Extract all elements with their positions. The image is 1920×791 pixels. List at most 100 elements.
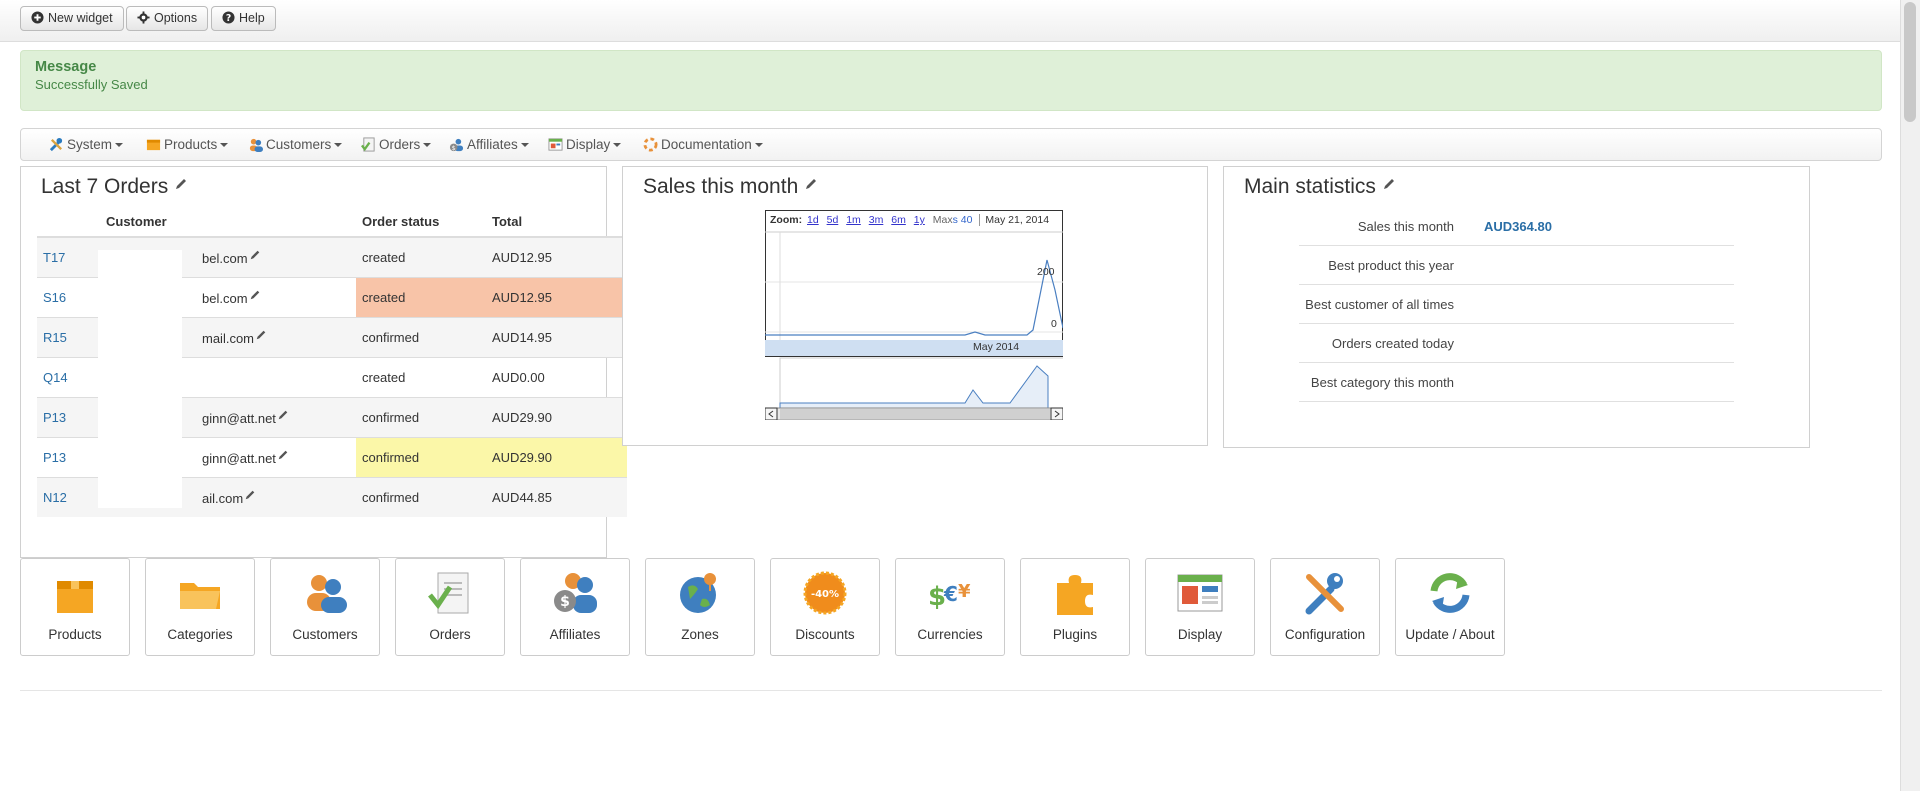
stats-row: Best product this year — [1299, 247, 1734, 285]
tile-plugins[interactable]: Plugins — [1020, 558, 1130, 656]
zoom-1d-button[interactable]: 1d — [807, 214, 819, 226]
stats-widget-title-text: Main statistics — [1244, 175, 1376, 198]
col-id-header — [37, 207, 100, 238]
nav-documentation[interactable]: Documentation — [643, 129, 763, 160]
scrollbar-thumb[interactable] — [1904, 2, 1916, 122]
order-id-link[interactable]: R15 — [37, 316, 100, 357]
pencil-icon[interactable] — [244, 489, 256, 501]
tools-icon — [1305, 573, 1344, 615]
nav-display-label: Display — [566, 137, 611, 152]
order-id-link[interactable]: P13 — [37, 396, 100, 437]
tile-orders[interactable]: Orders — [395, 558, 505, 656]
svg-text:?: ? — [226, 13, 231, 24]
zoom-3m-button[interactable]: 3m — [869, 214, 884, 226]
tools-icon — [49, 137, 63, 152]
tile-products[interactable]: Products — [20, 558, 130, 656]
pencil-icon[interactable] — [1382, 177, 1396, 191]
chart-scroll-right-button[interactable] — [1050, 407, 1063, 420]
svg-text:¥: ¥ — [958, 581, 971, 602]
sales-chart[interactable]: Zoom: 1d 5d 1m 3m 6m 1y Maxs 40 May 21, … — [765, 210, 1063, 420]
tile-discounts[interactable]: -40% Discounts — [770, 558, 880, 656]
customer-text: mail.com — [202, 330, 255, 346]
nav-customers-label: Customers — [266, 137, 332, 152]
order-id-link[interactable]: S16 — [37, 276, 100, 317]
zoom-max-button[interactable]: Max — [933, 214, 953, 226]
chart-scroll-left-button[interactable] — [765, 407, 778, 420]
help-button[interactable]: ? Help — [211, 6, 276, 31]
users-icon — [249, 138, 263, 152]
success-alert: Message Successfully Saved — [20, 50, 1882, 111]
plus-circle-icon — [31, 11, 44, 24]
nav-products[interactable]: Products — [146, 129, 229, 160]
pencil-icon[interactable] — [249, 249, 261, 261]
order-id-link[interactable]: Q14 — [37, 356, 100, 397]
stats-row: Best customer of all times — [1299, 286, 1734, 324]
pencil-icon[interactable] — [249, 289, 261, 301]
options-label: Options — [154, 11, 198, 25]
question-circle-icon: ? — [222, 11, 235, 24]
sales-chart-svg — [765, 210, 1063, 420]
zoom-1y-button[interactable]: 1y — [914, 214, 925, 226]
document-check-icon — [361, 137, 375, 152]
customer-text: bel.com — [202, 250, 248, 266]
y-tick-label: 0 — [1051, 318, 1057, 330]
zoom-1m-button[interactable]: 1m — [846, 214, 861, 226]
tile-label: Orders — [429, 627, 471, 642]
tile-update-about[interactable]: Update / About — [1395, 558, 1505, 656]
tile-display[interactable]: Display — [1145, 558, 1255, 656]
order-total: AUD14.95 — [486, 316, 627, 357]
chart-date-label: May 21, 2014 — [979, 214, 1050, 226]
svg-text:$: $ — [452, 144, 456, 152]
window-icon — [548, 138, 563, 151]
zoom-label: Zoom: — [770, 214, 803, 226]
nav-system-label: System — [67, 137, 113, 152]
options-button[interactable]: Options — [126, 6, 209, 31]
chart-scrollbar-thumb[interactable] — [780, 409, 1050, 419]
document-check-icon — [428, 572, 469, 614]
pencil-icon[interactable] — [277, 409, 289, 421]
pencil-icon[interactable] — [174, 177, 188, 191]
chart-range-selector: Zoom: 1d 5d 1m 3m 6m 1y Maxs 40 May 21, … — [770, 214, 1050, 226]
col-customer-header: Customer — [100, 207, 356, 238]
tile-label: Discounts — [795, 627, 855, 642]
pencil-icon[interactable] — [804, 177, 818, 191]
tile-label: Plugins — [1052, 627, 1098, 642]
page-scrollbar[interactable] — [1900, 0, 1920, 791]
stats-label: Sales this month — [1357, 219, 1454, 234]
order-id-link[interactable]: N12 — [37, 476, 100, 517]
customer-text: ginn@att.net — [202, 410, 276, 426]
zoom-6m-button[interactable]: 6m — [891, 214, 906, 226]
tile-label: Products — [48, 627, 102, 642]
stats-label: Best category this month — [1310, 375, 1454, 390]
discount-badge-icon: -40% — [803, 571, 847, 615]
nav-customers[interactable]: Customers — [248, 129, 343, 160]
tile-label: Configuration — [1284, 627, 1366, 642]
svg-text:$: $ — [560, 594, 570, 610]
tile-currencies[interactable]: $ € ¥ Currencies — [895, 558, 1005, 656]
nav-orders[interactable]: Orders — [361, 129, 432, 160]
tile-categories[interactable]: Categories — [145, 558, 255, 656]
tile-label: Update / About — [1405, 627, 1495, 642]
nav-affiliates[interactable]: $ Affiliates — [449, 129, 529, 160]
order-total: AUD29.90 — [486, 396, 627, 437]
alert-title: Message — [35, 59, 97, 75]
pencil-icon[interactable] — [255, 329, 267, 341]
divider — [20, 690, 1882, 691]
order-id-link[interactable]: T17 — [37, 236, 100, 277]
tile-configuration[interactable]: Configuration — [1270, 558, 1380, 656]
lifebuoy-icon — [643, 137, 658, 152]
zoom-5d-button[interactable]: 5d — [827, 214, 839, 226]
tile-customers[interactable]: Customers — [270, 558, 380, 656]
nav-orders-label: Orders — [379, 137, 421, 152]
nav-system[interactable]: System — [49, 129, 124, 160]
order-id-link[interactable]: P13 — [37, 436, 100, 477]
caret-down-icon — [520, 143, 529, 147]
order-total: AUD12.95 — [486, 236, 627, 277]
nav-display[interactable]: Display — [548, 129, 622, 160]
tile-zones[interactable]: Zones — [645, 558, 755, 656]
pencil-icon[interactable] — [277, 449, 289, 461]
caret-down-icon — [423, 143, 432, 147]
order-status: created — [356, 236, 486, 277]
tile-affiliates[interactable]: $ Affiliates — [520, 558, 630, 656]
new-widget-button[interactable]: New widget — [20, 6, 124, 31]
